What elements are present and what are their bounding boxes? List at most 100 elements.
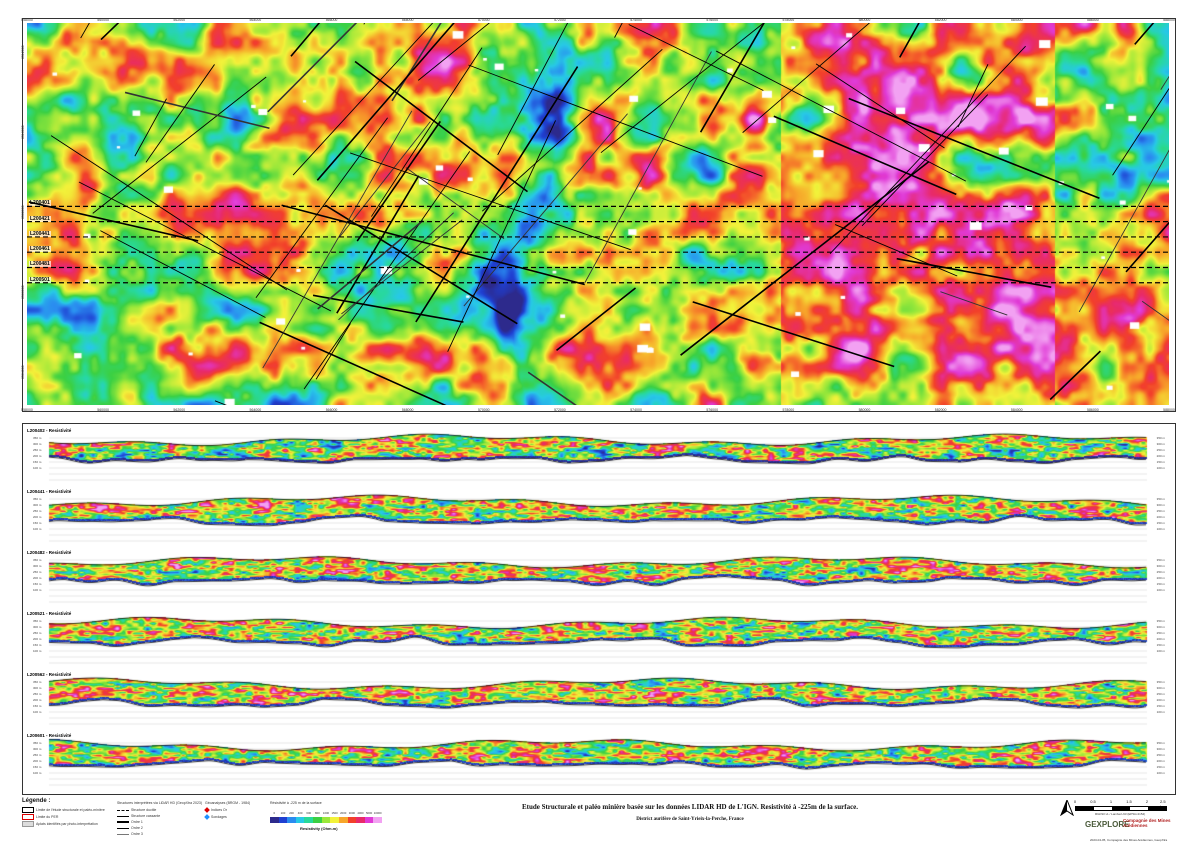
resistivity-map[interactable]: L200401 L200421 L200441 L200461 L200481 L2005… bbox=[21, 18, 1176, 412]
scale-label: 2 bbox=[1145, 799, 1149, 804]
section-depth-label: 100 m bbox=[33, 771, 42, 775]
scale-label: 0 bbox=[1073, 799, 1077, 804]
map-x-tick: 568000 bbox=[401, 408, 414, 412]
resistivity-section: L200402 - Resistivité350 m300 m250 m200 … bbox=[27, 428, 1171, 486]
section-depth-label: 150 m bbox=[1156, 521, 1165, 525]
structure-line bbox=[815, 63, 945, 149]
section-depth-label: 300 m bbox=[1156, 442, 1165, 446]
section-depth-label: 100 m bbox=[1156, 710, 1165, 714]
section-depth-label: 100 m bbox=[33, 710, 42, 714]
map-x-tick: 574000 bbox=[630, 18, 642, 22]
map-x-tick: 568000 bbox=[401, 18, 414, 22]
section-depth-label: 350 m bbox=[1156, 497, 1165, 501]
section-depth-label: 300 m bbox=[33, 625, 42, 629]
section-depth-label: 250 m bbox=[1156, 448, 1165, 452]
colorbar-tick: 1000 bbox=[322, 811, 330, 815]
section-depth-label: 300 m bbox=[33, 747, 42, 751]
structure-line bbox=[214, 400, 227, 405]
cma-logo: Compagnie des Mines Arédiennes bbox=[1123, 818, 1171, 828]
map-x-tick: 566000 bbox=[325, 408, 338, 412]
colorbar-tick: 3000 bbox=[348, 811, 355, 815]
colorbar-tick: 600 bbox=[306, 811, 312, 815]
section-profile bbox=[27, 735, 1171, 791]
section-depth-label: 300 m bbox=[33, 686, 42, 690]
section-depth-label: 150 m bbox=[1156, 704, 1165, 708]
map-x-tick: 580000 bbox=[858, 18, 871, 22]
section-depth-label: 200 m bbox=[33, 454, 42, 458]
map-x-tick: 560000 bbox=[97, 18, 109, 22]
resistivity-section: L200562 - Resistivité350 m300 m250 m200 … bbox=[27, 672, 1171, 730]
scale-label: 0.5 bbox=[1090, 799, 1096, 804]
structure-line bbox=[742, 23, 871, 133]
map-y-tick: 6510000 bbox=[21, 125, 25, 139]
map-x-tick: 564000 bbox=[249, 18, 262, 22]
north-arrow-icon bbox=[1060, 800, 1074, 816]
section-depth-label: 350 m bbox=[33, 558, 42, 562]
structure-line bbox=[834, 224, 958, 277]
structure-line bbox=[957, 64, 989, 128]
section-depth-label: 100 m bbox=[1156, 588, 1165, 592]
structure-line bbox=[134, 98, 167, 157]
structure-line bbox=[1134, 23, 1155, 45]
section-depth-label: 250 m bbox=[33, 570, 42, 574]
resistivity-section: L200521 - Resistivité350 m300 m250 m200 … bbox=[27, 611, 1171, 669]
colorbar-tick: 2000 bbox=[340, 811, 347, 815]
legend-order-1: Ordre 1 bbox=[117, 820, 143, 824]
section-depth-label: 350 m bbox=[1156, 558, 1165, 562]
projection-info: RGF93 v1 / Lambert-93 (EPSG:2154) bbox=[1095, 812, 1146, 816]
structure-line bbox=[1078, 149, 1169, 313]
section-depth-label: 350 m bbox=[33, 680, 42, 684]
section-depth-label: 200 m bbox=[1156, 515, 1165, 519]
section-depth-label: 300 m bbox=[1156, 503, 1165, 507]
section-depth-label: 200 m bbox=[33, 515, 42, 519]
colorbar-tick: 800 bbox=[315, 811, 320, 815]
map-y-tick: 6512000 bbox=[21, 45, 25, 59]
section-depth-label: 150 m bbox=[33, 704, 42, 708]
structure-line bbox=[1112, 87, 1169, 176]
resistivity-section: L200441 - Resistivité350 m300 m250 m200 … bbox=[27, 489, 1171, 547]
structure-line bbox=[259, 321, 447, 405]
map-x-tick: 566000 bbox=[325, 18, 338, 22]
map-x-tick: 586000 bbox=[1087, 408, 1099, 412]
map-y-tick: 6506000 bbox=[21, 285, 25, 299]
section-depth-label: 150 m bbox=[33, 765, 42, 769]
legend-order-3: Ordre 3 bbox=[117, 832, 143, 836]
legend-geo-or: Indices Or bbox=[204, 807, 227, 813]
structure-line bbox=[92, 76, 267, 214]
section-depth-label: 100 m bbox=[33, 466, 42, 470]
structure-line bbox=[255, 117, 388, 299]
section-depth-label: 150 m bbox=[33, 521, 42, 525]
section-depth-label: 100 m bbox=[33, 588, 42, 592]
colorbar-tick: 5000 bbox=[365, 811, 373, 815]
structure-line bbox=[100, 23, 120, 41]
section-profile bbox=[27, 491, 1171, 547]
section-depth-label: 350 m bbox=[1156, 619, 1165, 623]
structure-line bbox=[899, 23, 920, 58]
map-x-tick: 564000 bbox=[249, 408, 262, 412]
section-depth-label: 350 m bbox=[1156, 436, 1165, 440]
structure-line bbox=[527, 371, 577, 405]
legend-geo-sondages: Sondages bbox=[204, 814, 227, 820]
section-profile bbox=[27, 613, 1171, 669]
structure-lines-overlay bbox=[27, 23, 1169, 405]
section-depth-label: 250 m bbox=[33, 692, 42, 696]
section-depth-label: 300 m bbox=[1156, 686, 1165, 690]
section-depth-label: 150 m bbox=[1156, 643, 1165, 647]
map-x-tick: 562000 bbox=[173, 18, 186, 22]
structure-line bbox=[699, 23, 765, 133]
structure-line bbox=[556, 287, 637, 352]
structure-line bbox=[267, 23, 358, 113]
section-depth-label: 200 m bbox=[33, 698, 42, 702]
section-depth-label: 350 m bbox=[33, 741, 42, 745]
section-depth-label: 250 m bbox=[1156, 692, 1165, 696]
section-depth-label: 200 m bbox=[1156, 637, 1165, 641]
structure-line bbox=[1049, 350, 1101, 401]
structure-line bbox=[80, 23, 90, 39]
legend-structure-ductile: Structure ductile bbox=[117, 808, 156, 812]
section-depth-label: 300 m bbox=[33, 564, 42, 568]
colorbar-tick: 100 bbox=[280, 811, 286, 815]
section-depth-label: 350 m bbox=[33, 497, 42, 501]
structure-line bbox=[100, 230, 266, 318]
section-depth-label: 100 m bbox=[33, 649, 42, 653]
legend-item-per-limit: Limite du PER bbox=[22, 814, 58, 820]
